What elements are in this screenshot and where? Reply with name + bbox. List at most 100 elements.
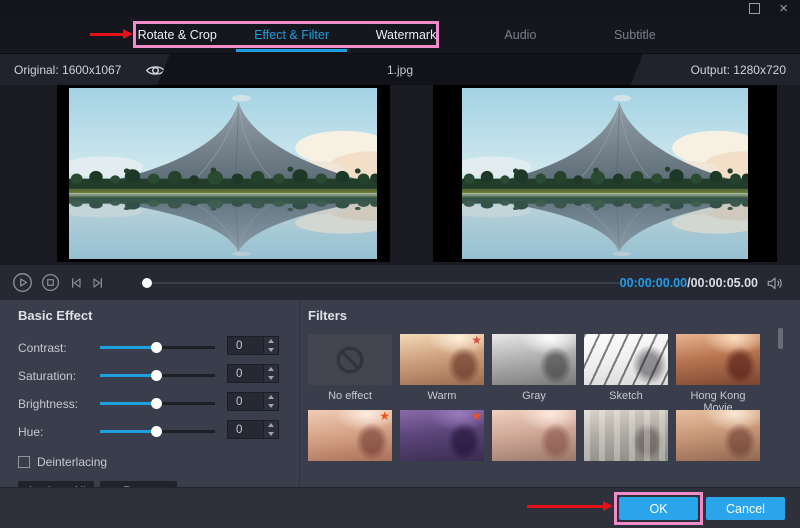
filter-tile-row2-4[interactable]: [584, 410, 668, 461]
settings-panel: Basic Effect Contrast: 0: [0, 300, 800, 487]
filter-tile-row2-3[interactable]: [492, 410, 576, 461]
filter-label: No effect: [308, 390, 392, 405]
brightness-label: Brightness:: [18, 397, 78, 411]
hue-slider[interactable]: [100, 425, 215, 437]
filter-tile-hong-kong-movie[interactable]: [676, 334, 760, 385]
contrast-label: Contrast:: [18, 341, 67, 355]
filter-tile-row2-1[interactable]: ★: [308, 410, 392, 461]
basic-effect-title: Basic Effect: [18, 308, 299, 323]
filter-tile-row2-5[interactable]: [676, 410, 760, 461]
footer-bar: OK Cancel: [0, 487, 800, 528]
brightness-slider-handle[interactable]: [151, 398, 162, 409]
effect-filter-dialog: × Rotate & Crop Effect & Filter Watermar…: [0, 0, 800, 528]
filters-panel: Filters No effect ★ Warm: [301, 300, 800, 487]
filter-label: Hong Kong Movie: [676, 390, 760, 405]
tab-bar: Rotate & Crop Effect & Filter Watermark …: [120, 16, 692, 53]
contrast-slider-handle[interactable]: [151, 342, 162, 353]
contrast-row: Contrast: 0: [18, 333, 299, 361]
next-frame-icon[interactable]: [90, 275, 106, 291]
deinterlacing-checkbox[interactable]: [18, 456, 30, 468]
filters-title: Filters: [308, 308, 800, 323]
output-preview-canvas: [433, 85, 777, 262]
transport-bar: 00:00:00.00/00:00:05.00: [0, 265, 800, 300]
active-tab-underline: [236, 49, 346, 52]
volume-icon[interactable]: [766, 275, 784, 291]
tab-watermark-label: Watermark: [376, 28, 437, 42]
filter-tile-sketch[interactable]: [584, 334, 668, 385]
saturation-slider[interactable]: [100, 369, 215, 381]
spin-down-icon[interactable]: [264, 402, 278, 411]
basic-effect-panel: Basic Effect Contrast: 0: [0, 300, 300, 487]
filter-tile-gray[interactable]: [492, 334, 576, 385]
eye-preview-toggle-icon[interactable]: [145, 64, 166, 77]
filter-label: Gray: [492, 390, 576, 405]
tab-effect-filter[interactable]: Effect & Filter: [234, 16, 348, 53]
stop-icon[interactable]: [41, 273, 60, 292]
output-preview-image: [462, 88, 748, 259]
filters-scrollbar[interactable]: [778, 328, 783, 349]
hue-slider-handle[interactable]: [151, 426, 162, 437]
original-preview-canvas: [57, 85, 390, 262]
tab-watermark[interactable]: Watermark: [349, 16, 463, 53]
tab-rotate-crop[interactable]: Rotate & Crop: [120, 16, 234, 53]
saturation-label: Saturation:: [18, 369, 76, 383]
original-size-label: Original: 1600x1067: [14, 63, 121, 77]
spin-down-icon[interactable]: [264, 430, 278, 439]
deinterlacing-label: Deinterlacing: [37, 455, 107, 469]
preview-header: Original: 1600x1067 1.jpg Output: 1280x7…: [0, 53, 800, 85]
seek-track[interactable]: [140, 282, 620, 284]
output-size-label: Output: 1280x720: [691, 63, 786, 77]
hue-spinbox[interactable]: 0: [227, 420, 279, 439]
saturation-row: Saturation: 0: [18, 361, 299, 389]
original-size-tab: Original: 1600x1067: [0, 54, 170, 86]
original-preview-image: [69, 88, 377, 259]
contrast-spinbox[interactable]: 0: [227, 336, 279, 355]
spin-up-icon[interactable]: [264, 337, 278, 346]
favorite-star-icon[interactable]: ★: [471, 334, 482, 347]
preview-area: [0, 85, 800, 265]
spin-up-icon[interactable]: [264, 421, 278, 430]
time-display: 00:00:00.00/00:00:05.00: [620, 276, 758, 290]
brightness-spinbox[interactable]: 0: [227, 392, 279, 411]
filter-label: Warm: [400, 390, 484, 405]
close-icon[interactable]: ×: [779, 2, 788, 15]
filter-tile-no-effect[interactable]: [308, 334, 392, 385]
play-icon[interactable]: [12, 272, 33, 293]
spin-up-icon[interactable]: [264, 393, 278, 402]
contrast-slider[interactable]: [100, 341, 215, 353]
brightness-value: 0: [228, 393, 263, 410]
brightness-row: Brightness: 0: [18, 389, 299, 417]
spin-down-icon[interactable]: [264, 346, 278, 355]
brightness-slider[interactable]: [100, 397, 215, 409]
no-effect-icon: [333, 343, 367, 377]
contrast-value: 0: [228, 337, 263, 354]
ok-button[interactable]: OK: [619, 497, 698, 520]
tab-subtitle[interactable]: Subtitle: [578, 16, 692, 53]
total-time: 00:00:05.00: [691, 276, 758, 290]
spin-up-icon[interactable]: [264, 365, 278, 374]
maximize-icon[interactable]: [749, 3, 760, 14]
output-size-tab: Output: 1280x720: [630, 54, 800, 86]
saturation-spinbox[interactable]: 0: [227, 364, 279, 383]
tab-subtitle-label: Subtitle: [614, 28, 656, 42]
hue-row: Hue: 0: [18, 417, 299, 445]
tab-audio-label: Audio: [504, 28, 536, 42]
tab-audio[interactable]: Audio: [463, 16, 577, 53]
favorite-star-icon[interactable]: ★: [379, 410, 390, 423]
filter-label: Sketch: [584, 390, 668, 405]
previous-frame-icon[interactable]: [68, 275, 84, 291]
favorite-star-icon[interactable]: ★: [471, 410, 482, 423]
titlebar: ×: [0, 0, 800, 16]
filter-tile-row2-2[interactable]: ★: [400, 410, 484, 461]
seek-slider[interactable]: [140, 277, 620, 289]
saturation-slider-handle[interactable]: [151, 370, 162, 381]
hue-label: Hue:: [18, 425, 43, 439]
deinterlacing-checkbox-row[interactable]: Deinterlacing: [18, 455, 299, 469]
filter-tile-warm[interactable]: ★: [400, 334, 484, 385]
cancel-button[interactable]: Cancel: [706, 497, 785, 520]
saturation-value: 0: [228, 365, 263, 382]
tab-rotate-crop-label: Rotate & Crop: [138, 28, 217, 42]
spin-down-icon[interactable]: [264, 374, 278, 383]
cancel-button-label: Cancel: [726, 502, 765, 516]
seek-handle[interactable]: [142, 278, 152, 288]
